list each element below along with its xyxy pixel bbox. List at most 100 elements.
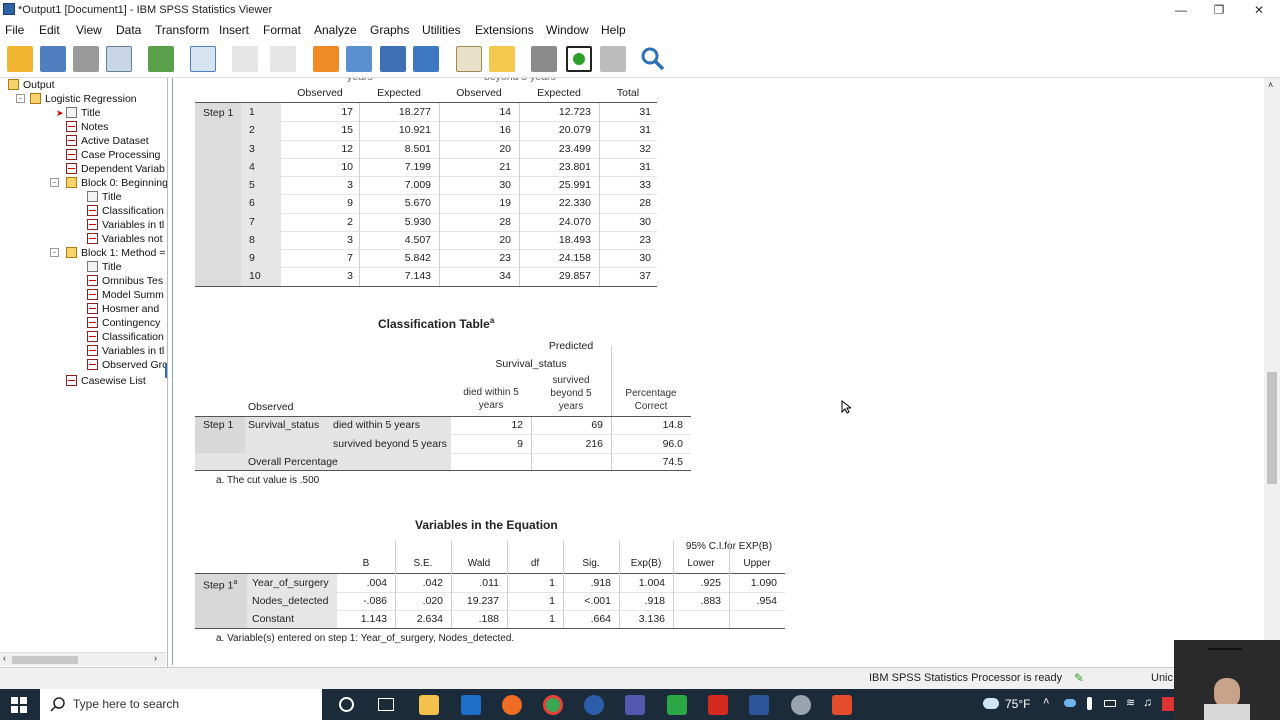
cortana-icon[interactable] bbox=[339, 697, 354, 712]
outline-item-block1-title[interactable]: Title bbox=[87, 260, 121, 274]
outline-item-omnibus[interactable]: Omnibus Tes bbox=[87, 274, 163, 288]
outline-scroll-thumb[interactable] bbox=[12, 656, 78, 664]
undo-icon[interactable] bbox=[232, 46, 258, 72]
word-icon[interactable] bbox=[749, 695, 769, 715]
menu-analyze[interactable]: Analyze bbox=[314, 23, 357, 37]
camtasia-icon[interactable] bbox=[667, 695, 687, 715]
menu-file[interactable]: File bbox=[5, 23, 24, 37]
dialog-recall-icon[interactable] bbox=[190, 46, 216, 72]
spss-taskbar-icon[interactable] bbox=[584, 695, 604, 715]
scroll-left-arrow-icon[interactable]: ‹ bbox=[3, 653, 6, 663]
export-icon[interactable] bbox=[148, 46, 174, 72]
menu-transform[interactable]: Transform bbox=[155, 23, 209, 37]
open-folder-icon[interactable] bbox=[7, 46, 33, 72]
volume-icon[interactable]: ♫ bbox=[1143, 695, 1152, 709]
goto-data-icon[interactable] bbox=[313, 46, 339, 72]
var-cell: .918 bbox=[590, 577, 611, 589]
outline-item-block0-variables-in[interactable]: Variables in tl bbox=[87, 218, 164, 232]
classification-title: Classification Tablea bbox=[378, 316, 495, 331]
contingency-cell: 23 bbox=[499, 252, 511, 264]
contingency-cell: 7.009 bbox=[404, 179, 431, 191]
variables-footnote: a. Variable(s) entered on step 1: Year_o… bbox=[216, 633, 515, 644]
menu-window[interactable]: Window bbox=[546, 23, 589, 37]
outline-horizontal-scrollbar[interactable]: ‹ › bbox=[0, 652, 166, 666]
outline-item-block0-variables-not[interactable]: Variables not bbox=[87, 232, 163, 246]
goto-variable-icon[interactable] bbox=[380, 46, 406, 72]
chrome-icon[interactable] bbox=[543, 695, 563, 715]
chevron-up-icon[interactable]: ˄ bbox=[1043, 696, 1049, 708]
notification-app-icon[interactable] bbox=[1162, 697, 1174, 711]
search-icon[interactable] bbox=[640, 46, 666, 72]
menu-insert[interactable]: Insert bbox=[219, 23, 249, 37]
search-placeholder: Type here to search bbox=[73, 697, 180, 711]
pane-splitter-handle[interactable] bbox=[165, 364, 167, 378]
teams-icon[interactable] bbox=[625, 695, 645, 715]
contingency-cell: 5.842 bbox=[404, 252, 431, 264]
content-vertical-scrollbar[interactable]: ˄ bbox=[1264, 78, 1280, 665]
wifi-icon[interactable]: ≋ bbox=[1126, 696, 1135, 709]
firefox-icon[interactable] bbox=[502, 695, 522, 715]
insert-output-icon[interactable] bbox=[566, 46, 592, 72]
menu-help[interactable]: Help bbox=[601, 23, 626, 37]
outline-item-hosmer[interactable]: Hosmer and bbox=[87, 302, 159, 316]
cloud-weather-icon bbox=[983, 698, 999, 709]
menu-utilities[interactable]: Utilities bbox=[422, 23, 461, 37]
recorder-icon[interactable] bbox=[832, 695, 852, 715]
outline-item-observed-groups[interactable]: Observed Grc bbox=[87, 358, 167, 372]
contingency-cell: 5.670 bbox=[404, 197, 431, 210]
outline-item-block1[interactable]: - Block 1: Method = bbox=[50, 246, 165, 260]
spss-app-icon bbox=[3, 3, 15, 15]
taskbar-search-box[interactable]: Type here to search bbox=[40, 689, 322, 720]
outline-item-block0[interactable]: - Block 0: Beginning bbox=[50, 176, 167, 190]
outline-item-block0-classification[interactable]: Classification bbox=[87, 204, 164, 218]
file-explorer-icon[interactable] bbox=[419, 695, 439, 715]
onedrive-icon[interactable] bbox=[1064, 699, 1076, 707]
menu-view[interactable]: View bbox=[76, 23, 102, 37]
restore-button[interactable]: ❐ bbox=[1204, 2, 1234, 18]
windows-start-icon[interactable] bbox=[11, 697, 27, 713]
save-icon[interactable] bbox=[40, 46, 66, 72]
battery-icon[interactable] bbox=[1104, 700, 1116, 707]
menu-format[interactable]: Format bbox=[263, 23, 301, 37]
outline-item-dependent-variable[interactable]: Dependent Variab bbox=[66, 162, 165, 176]
contingency-cell: 9 bbox=[347, 197, 353, 210]
redo-icon[interactable] bbox=[270, 46, 296, 72]
acrobat-icon[interactable] bbox=[708, 695, 728, 715]
outlook-icon[interactable] bbox=[461, 695, 481, 715]
var-cell: .664 bbox=[590, 613, 611, 625]
print-icon[interactable] bbox=[73, 46, 99, 72]
microphone-icon[interactable] bbox=[1087, 697, 1092, 710]
task-view-icon[interactable] bbox=[378, 698, 394, 711]
outline-item-block1-classification[interactable]: Classification bbox=[87, 330, 164, 344]
outline-item-output[interactable]: Output bbox=[8, 78, 55, 92]
scroll-right-arrow-icon[interactable]: › bbox=[154, 653, 157, 663]
menu-data[interactable]: Data bbox=[116, 23, 141, 37]
outline-item-logistic-regression[interactable]: - Logistic Regression bbox=[16, 92, 137, 106]
show-hide-icon[interactable] bbox=[600, 46, 626, 72]
menu-edit[interactable]: Edit bbox=[39, 23, 60, 37]
create-edit-icon[interactable] bbox=[456, 46, 482, 72]
variables-icon[interactable] bbox=[413, 46, 439, 72]
outline-item-block0-title[interactable]: Title bbox=[87, 190, 121, 204]
goto-case-icon[interactable] bbox=[346, 46, 372, 72]
outline-item-contingency[interactable]: Contingency bbox=[87, 316, 160, 330]
outline-item-casewise-list[interactable]: Casewise List bbox=[66, 374, 146, 388]
print-preview-icon[interactable] bbox=[106, 46, 132, 72]
menu-graphs[interactable]: Graphs bbox=[370, 23, 409, 37]
contingency-cell: 14 bbox=[499, 106, 511, 118]
settings-gear-icon[interactable] bbox=[791, 695, 811, 715]
content-scroll-thumb[interactable] bbox=[1267, 372, 1277, 484]
scroll-up-arrow-icon[interactable]: ˄ bbox=[1268, 80, 1273, 90]
close-button[interactable]: ✕ bbox=[1244, 2, 1274, 18]
outline-item-model-summary[interactable]: Model Summ bbox=[87, 288, 164, 302]
outline-item-title[interactable]: ➤ Title bbox=[56, 106, 100, 120]
outline-item-block1-variables-in[interactable]: Variables in tl bbox=[87, 344, 164, 358]
outline-item-case-processing[interactable]: Case Processing bbox=[66, 148, 160, 162]
output-icon[interactable] bbox=[489, 46, 515, 72]
designate-window-icon[interactable] bbox=[531, 46, 557, 72]
menu-extensions[interactable]: Extensions bbox=[475, 23, 534, 37]
minimize-button[interactable]: — bbox=[1166, 2, 1196, 18]
processor-ready-icon: ✎ bbox=[1074, 671, 1085, 685]
outline-item-notes[interactable]: Notes bbox=[66, 120, 108, 134]
outline-item-active-dataset[interactable]: Active Dataset bbox=[66, 134, 149, 148]
